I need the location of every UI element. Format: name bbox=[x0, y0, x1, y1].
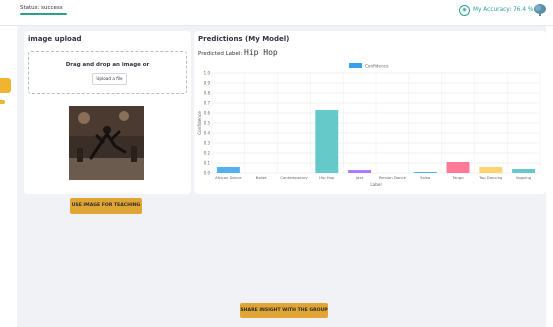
use-image-for-teaching-button[interactable]: USE IMAGE FOR TEACHING bbox=[70, 198, 142, 214]
x-tick-label: Tango bbox=[451, 175, 464, 180]
bar-african-dance bbox=[216, 167, 240, 173]
x-tick-label: Jazz bbox=[355, 175, 363, 180]
upload-title: image upload bbox=[28, 35, 82, 43]
predicted-label-value: Hip Hop bbox=[244, 48, 278, 57]
x-tick-label: Hip Hop bbox=[319, 175, 335, 180]
x-tick-label: Contemporary bbox=[280, 175, 308, 180]
sidebar-marker bbox=[0, 100, 5, 104]
accuracy-circle-icon: ◉ bbox=[459, 5, 470, 16]
bar-tap-dancing bbox=[479, 167, 503, 173]
y-tick-label: 0.9 bbox=[204, 81, 211, 86]
legend-label: Confidence bbox=[365, 64, 389, 69]
y-tick-label: 1.0 bbox=[204, 71, 211, 76]
x-tick-label: Ballet bbox=[256, 175, 267, 180]
image-upload-panel: image upload Drag and drop an image or U… bbox=[24, 31, 191, 194]
sidebar-marker bbox=[0, 88, 5, 92]
confidence-bar-chart: Confidence 0.0 0.1 0.2 0.3 0.4 0.5 0.6 0.7 0.8 0.9… bbox=[197, 63, 541, 187]
upload-file-button[interactable]: Upload a file bbox=[92, 73, 127, 85]
top-bar: Status: success ◉ My Accuracy: 76.4 % bbox=[0, 0, 553, 26]
y-tick-label: 0.7 bbox=[204, 101, 211, 106]
drop-zone[interactable]: Drag and drop an image or Upload a file bbox=[28, 51, 187, 94]
left-sidebar bbox=[0, 26, 17, 327]
legend-swatch bbox=[349, 63, 362, 68]
right-margin bbox=[546, 26, 553, 327]
predicted-label-line: Predicted Label: Hip Hop bbox=[198, 48, 278, 57]
y-tick-label: 0.2 bbox=[204, 151, 211, 156]
x-tick-label: Tap Dancing bbox=[478, 175, 503, 180]
y-tick-label: 0.1 bbox=[204, 161, 211, 166]
y-tick-label: 0.5 bbox=[204, 121, 211, 126]
x-axis-label: Label bbox=[370, 182, 381, 187]
y-axis-label: Confidence bbox=[197, 111, 202, 135]
bar-tango bbox=[446, 162, 470, 173]
accuracy-text: My Accuracy: 76.4 % bbox=[473, 7, 534, 13]
x-tick-label: Persian Dance bbox=[379, 175, 407, 180]
uploaded-image bbox=[69, 106, 144, 180]
y-tick-label: 0.3 bbox=[204, 141, 211, 146]
drop-zone-text: Drag and drop an image or bbox=[65, 62, 150, 68]
predicted-label-prefix: Predicted Label: bbox=[198, 51, 243, 57]
y-tick-label: 0.6 bbox=[204, 111, 211, 116]
predictions-title: Predictions (My Model) bbox=[198, 35, 290, 43]
predictions-panel: Predictions (My Model) Predicted Label: … bbox=[194, 31, 546, 194]
x-tick-label: Salsa bbox=[420, 175, 430, 180]
y-tick-label: 0.0 bbox=[204, 171, 211, 176]
status-text: Status: success bbox=[20, 5, 63, 11]
y-tick-label: 0.4 bbox=[204, 131, 211, 136]
bar-voguing bbox=[512, 169, 536, 173]
y-tick-label: 0.8 bbox=[204, 91, 211, 96]
x-tick-label: African Dance bbox=[215, 175, 242, 180]
share-insight-button[interactable]: SHARE INSIGHT WITH THE GROUP bbox=[240, 303, 328, 318]
bar-jazz bbox=[348, 170, 372, 173]
bar-salsa bbox=[413, 172, 437, 173]
status-underline bbox=[20, 13, 67, 15]
bar-hip-hop bbox=[315, 110, 339, 173]
brain-icon bbox=[534, 4, 546, 16]
x-tick-label: Voguing bbox=[516, 175, 532, 180]
